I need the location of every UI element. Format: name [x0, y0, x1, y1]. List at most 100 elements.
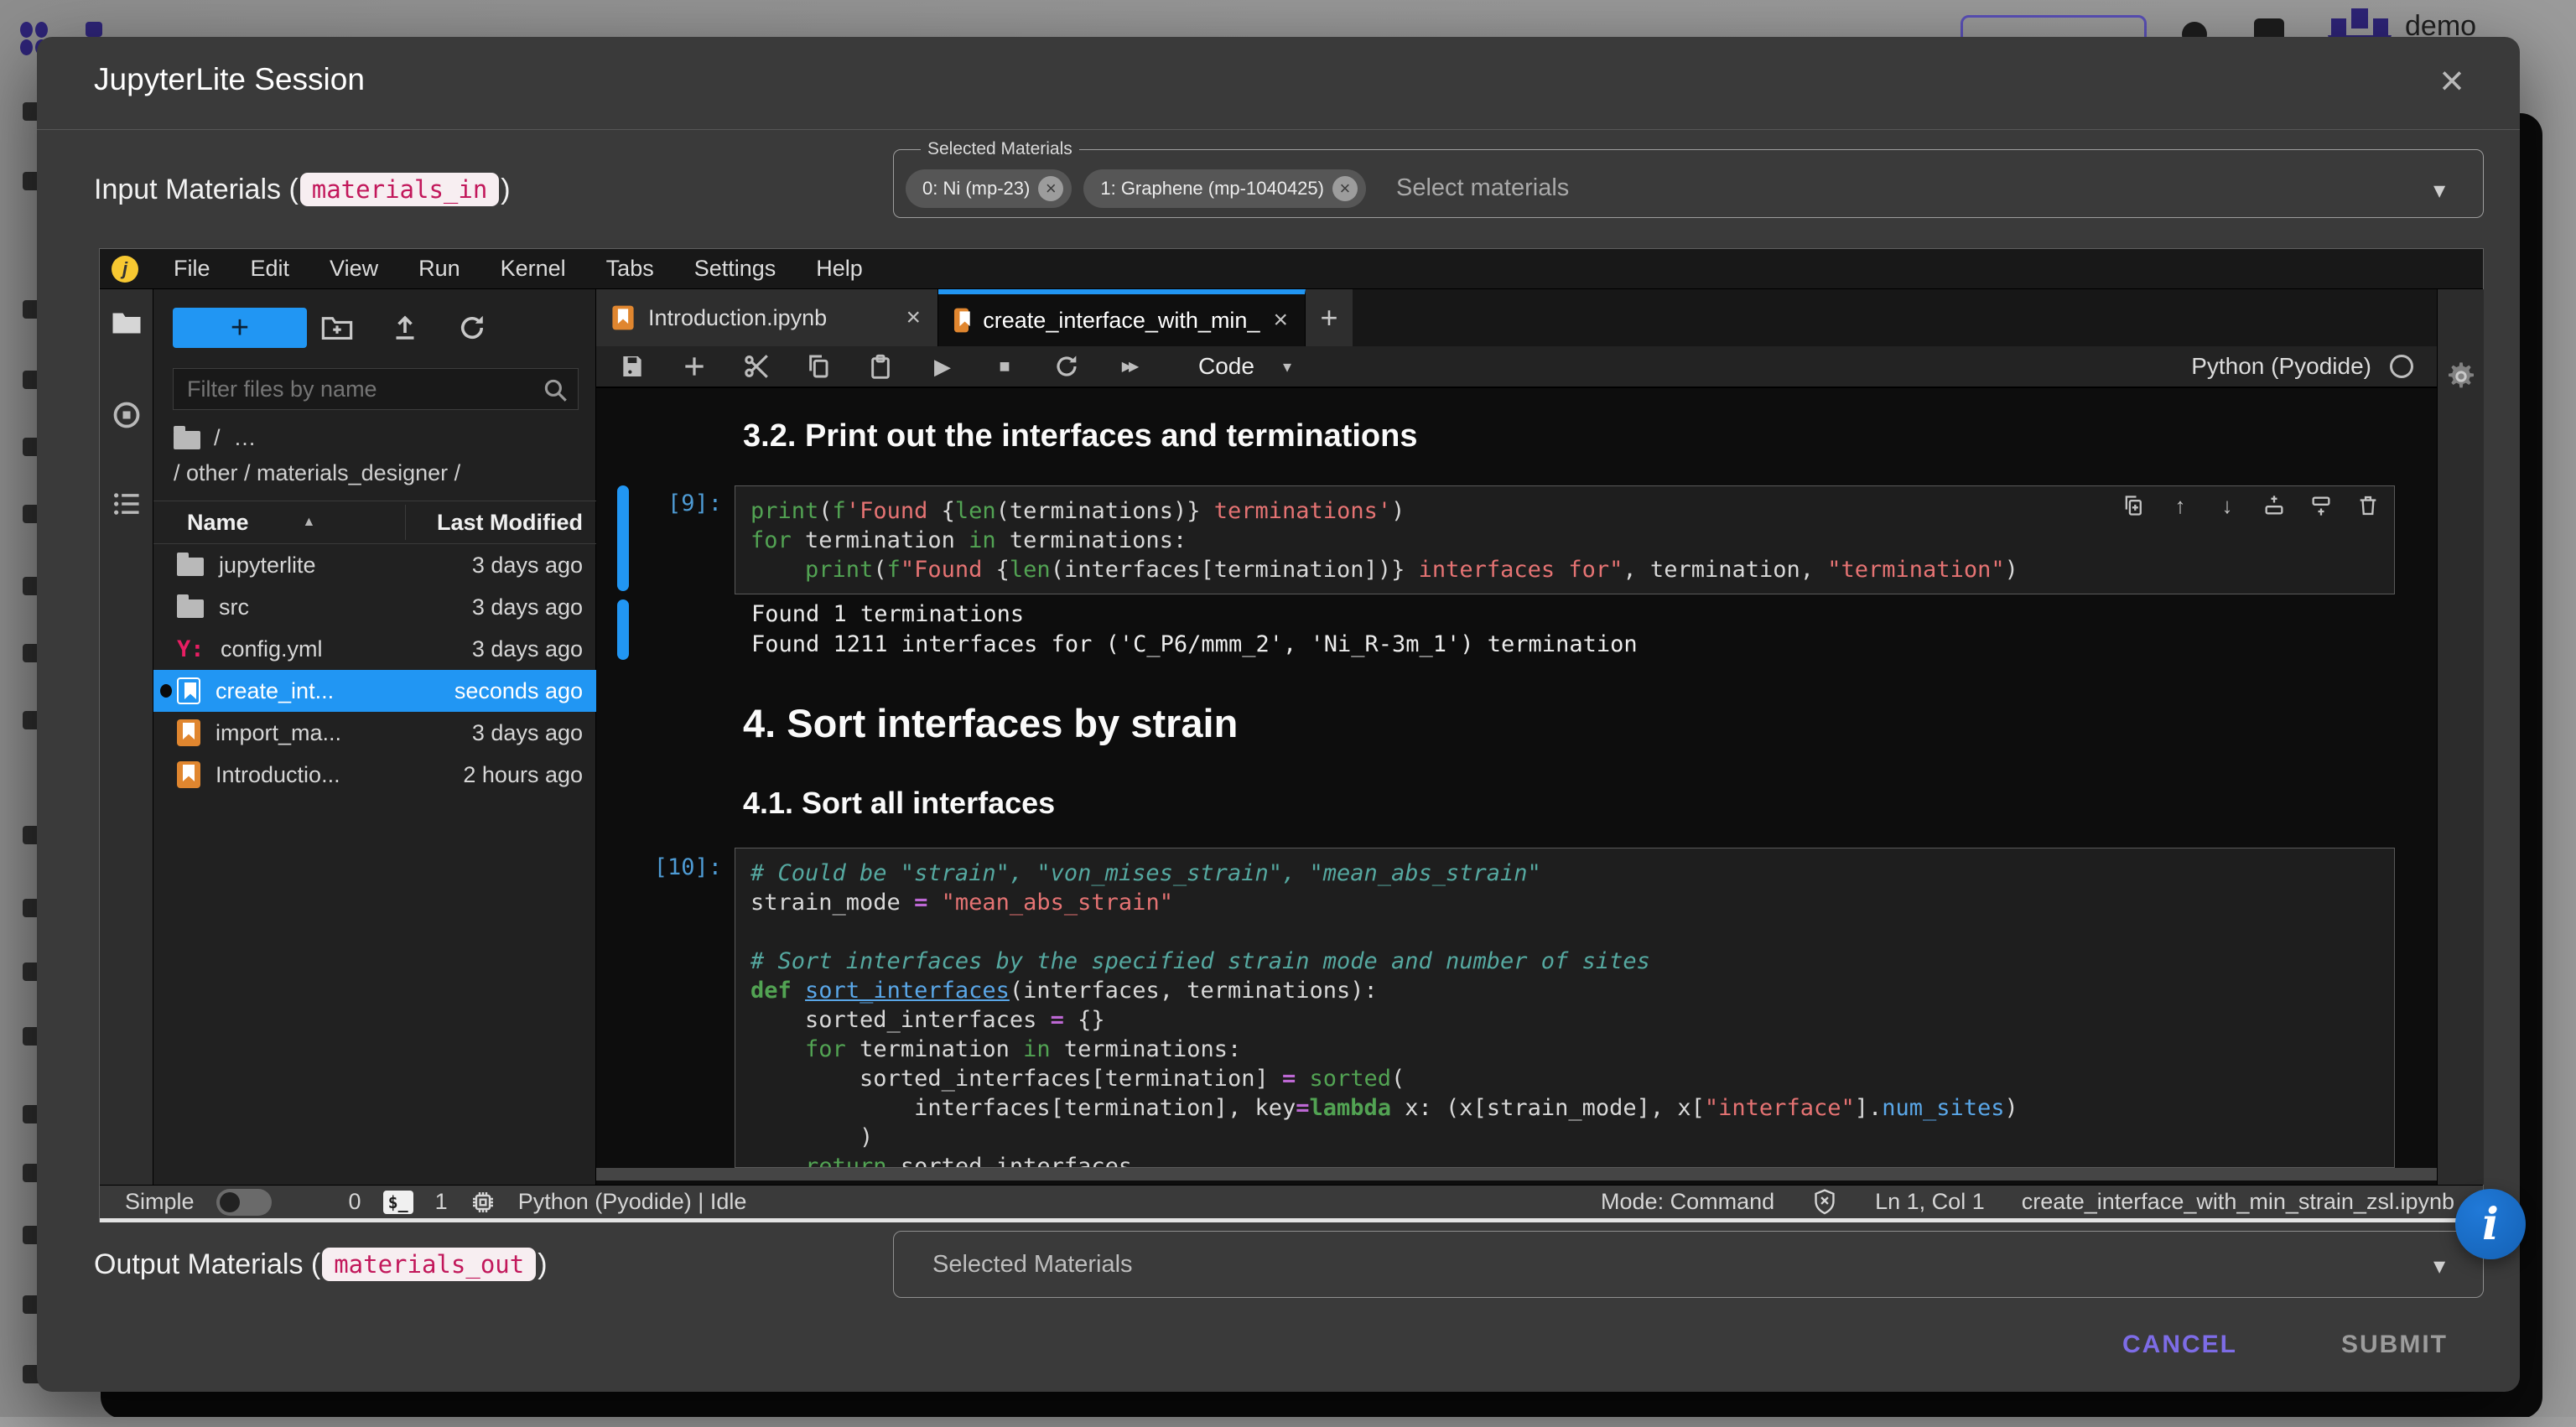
close-icon[interactable]: ×	[2427, 55, 2477, 106]
mode-indicator[interactable]: Mode: Command	[1601, 1189, 1774, 1215]
breadcrumb-root[interactable]: /	[214, 425, 221, 451]
code-line	[750, 917, 2379, 947]
material-chip[interactable]: 0: Ni (mp-23) ×	[906, 169, 1072, 208]
sort-ascending-icon[interactable]: ▲	[303, 515, 316, 530]
column-divider	[405, 505, 406, 540]
file-row-import-ma-[interactable]: import_ma...3 days ago	[153, 712, 596, 754]
code-cell-10[interactable]: # Could be "strain", "von_mises_strain",…	[735, 848, 2395, 1168]
table-of-contents-icon[interactable]	[112, 490, 142, 517]
kernel-status-icon[interactable]	[2390, 355, 2413, 378]
menu-run[interactable]: Run	[398, 256, 480, 282]
menu-file[interactable]: File	[153, 256, 231, 282]
selected-materials-field[interactable]: Selected Materials 0: Ni (mp-23)×1: Grap…	[893, 139, 2484, 218]
file-row-introductio-[interactable]: Introductio...2 hours ago	[153, 754, 596, 796]
column-last-modified[interactable]: Last Modified	[437, 510, 583, 536]
dropdown-caret-icon[interactable]: ▼	[2429, 179, 2449, 203]
refresh-icon[interactable]	[457, 313, 487, 343]
menu-view[interactable]: View	[309, 256, 398, 282]
new-folder-icon[interactable]	[321, 313, 353, 341]
file-browser-tab-icon[interactable]	[112, 309, 142, 335]
breadcrumb: / …	[174, 425, 257, 451]
output-materials-select[interactable]: Selected Materials ▼	[893, 1231, 2484, 1298]
chip-remove-icon[interactable]: ×	[1038, 176, 1063, 201]
duplicate-cell-icon[interactable]	[2121, 493, 2146, 518]
menu-tabs[interactable]: Tabs	[586, 256, 674, 282]
material-chip[interactable]: 1: Graphene (mp-1040425) ×	[1083, 169, 1366, 208]
file-row-create-int-[interactable]: create_int... seconds ago	[153, 670, 596, 712]
delete-cell-icon[interactable]	[2355, 493, 2381, 518]
simple-mode-toggle[interactable]	[216, 1189, 272, 1216]
material-chip-label: 0: Ni (mp-23)	[922, 178, 1030, 200]
file-row-config-yml[interactable]: Y:config.yml3 days ago	[153, 628, 596, 670]
file-modified: seconds ago	[454, 678, 583, 704]
file-name: jupyterlite	[219, 553, 316, 579]
cancel-button[interactable]: CANCEL	[2104, 1321, 2256, 1369]
file-modified: 3 days ago	[472, 553, 583, 579]
info-button[interactable]: i	[2455, 1189, 2526, 1259]
code-line: for termination in terminations:	[750, 526, 2379, 555]
menu-help[interactable]: Help	[796, 256, 883, 282]
kernel-status-text[interactable]: Python (Pyodide) | Idle	[518, 1189, 747, 1215]
file-name: create_int...	[216, 678, 334, 704]
tab-introduction-ipynb[interactable]: Introduction.ipynb ×	[596, 289, 938, 346]
cell-actions-toolbar: ↑ ↓	[2121, 493, 2381, 518]
menu-edit[interactable]: Edit	[231, 256, 310, 282]
jupyter-menubar: j FileEditViewRunKernelTabsSettingsHelp	[100, 249, 2483, 289]
kernel-name[interactable]: Python (Pyodide)	[2191, 353, 2371, 380]
insert-cell-icon[interactable]	[680, 352, 709, 381]
materials-out-chip: materials_out	[322, 1248, 536, 1281]
submit-button[interactable]: SUBMIT	[2323, 1321, 2466, 1369]
home-folder-icon[interactable]	[174, 431, 200, 449]
tab-create-interface-with-min-[interactable]: create_interface_with_min_×	[938, 289, 1306, 346]
menu-settings[interactable]: Settings	[674, 256, 797, 282]
paste-cells-icon[interactable]	[866, 352, 895, 381]
move-cell-down-icon[interactable]: ↓	[2215, 493, 2240, 518]
property-inspector-gear-icon[interactable]	[2444, 360, 2478, 393]
kernels-count[interactable]: 1	[435, 1189, 448, 1215]
cut-cells-icon[interactable]	[742, 352, 771, 381]
upload-icon[interactable]	[390, 313, 420, 343]
chip-remove-icon[interactable]: ×	[1332, 176, 1358, 201]
menu-kernel[interactable]: Kernel	[480, 256, 586, 282]
restart-run-all-icon[interactable]: ▶▶	[1114, 352, 1143, 381]
code-cell-9[interactable]: ↑ ↓ print(f'Found {len	[735, 485, 2395, 594]
output-indicator[interactable]	[617, 599, 629, 660]
notebook-file-icon	[612, 306, 633, 330]
breadcrumb-ellipsis[interactable]: …	[234, 425, 257, 451]
breadcrumb-path[interactable]: / other / materials_designer /	[174, 460, 460, 486]
terminals-count[interactable]: 0	[349, 1189, 361, 1215]
tab-close-icon[interactable]: ×	[906, 304, 921, 332]
tab-bar: Introduction.ipynb×create_interface_with…	[596, 289, 2437, 346]
filter-files-input[interactable]	[174, 369, 578, 409]
material-chip-label: 1: Graphene (mp-1040425)	[1100, 178, 1324, 200]
horizontal-scrollbar[interactable]	[596, 1168, 2437, 1181]
copy-cells-icon[interactable]	[804, 352, 833, 381]
insert-cell-above-icon[interactable]	[2262, 493, 2287, 518]
cursor-position[interactable]: Ln 1, Col 1	[1875, 1189, 1985, 1215]
notebook-main-area: Introduction.ipynb×create_interface_with…	[596, 289, 2437, 1185]
plus-icon: +	[231, 310, 249, 346]
running-sessions-icon[interactable]	[112, 400, 142, 430]
materials-in-chip: materials_in	[300, 173, 500, 206]
save-icon[interactable]	[618, 352, 647, 381]
move-cell-up-icon[interactable]: ↑	[2168, 493, 2193, 518]
tab-close-icon[interactable]: ×	[1273, 306, 1288, 335]
new-tab-button[interactable]: +	[1306, 289, 1353, 346]
stop-kernel-icon[interactable]: ■	[990, 352, 1019, 381]
cell-type-dropdown[interactable]: Code ▾	[1198, 353, 1291, 380]
new-launcher-button[interactable]: +	[173, 308, 307, 348]
code-line: return sorted_interfaces	[750, 1152, 2379, 1168]
filebrowser-rail	[100, 289, 153, 1185]
restart-kernel-icon[interactable]	[1052, 352, 1081, 381]
run-cell-icon[interactable]: ▶	[928, 352, 957, 381]
column-name[interactable]: Name	[187, 510, 249, 536]
notification-shield-icon[interactable]	[1811, 1188, 1838, 1217]
open-file-dot	[160, 684, 172, 698]
file-name: src	[219, 594, 249, 620]
file-list: jupyterlite 3 days ago src3 days agoY:conf…	[153, 544, 596, 796]
code-line: )	[750, 1123, 2379, 1152]
insert-cell-below-icon[interactable]	[2309, 493, 2334, 518]
tab-label: Introduction.ipynb	[648, 305, 827, 331]
file-row-src[interactable]: src3 days ago	[153, 586, 596, 628]
file-row-jupyterlite[interactable]: jupyterlite 3 days ago	[153, 544, 596, 586]
